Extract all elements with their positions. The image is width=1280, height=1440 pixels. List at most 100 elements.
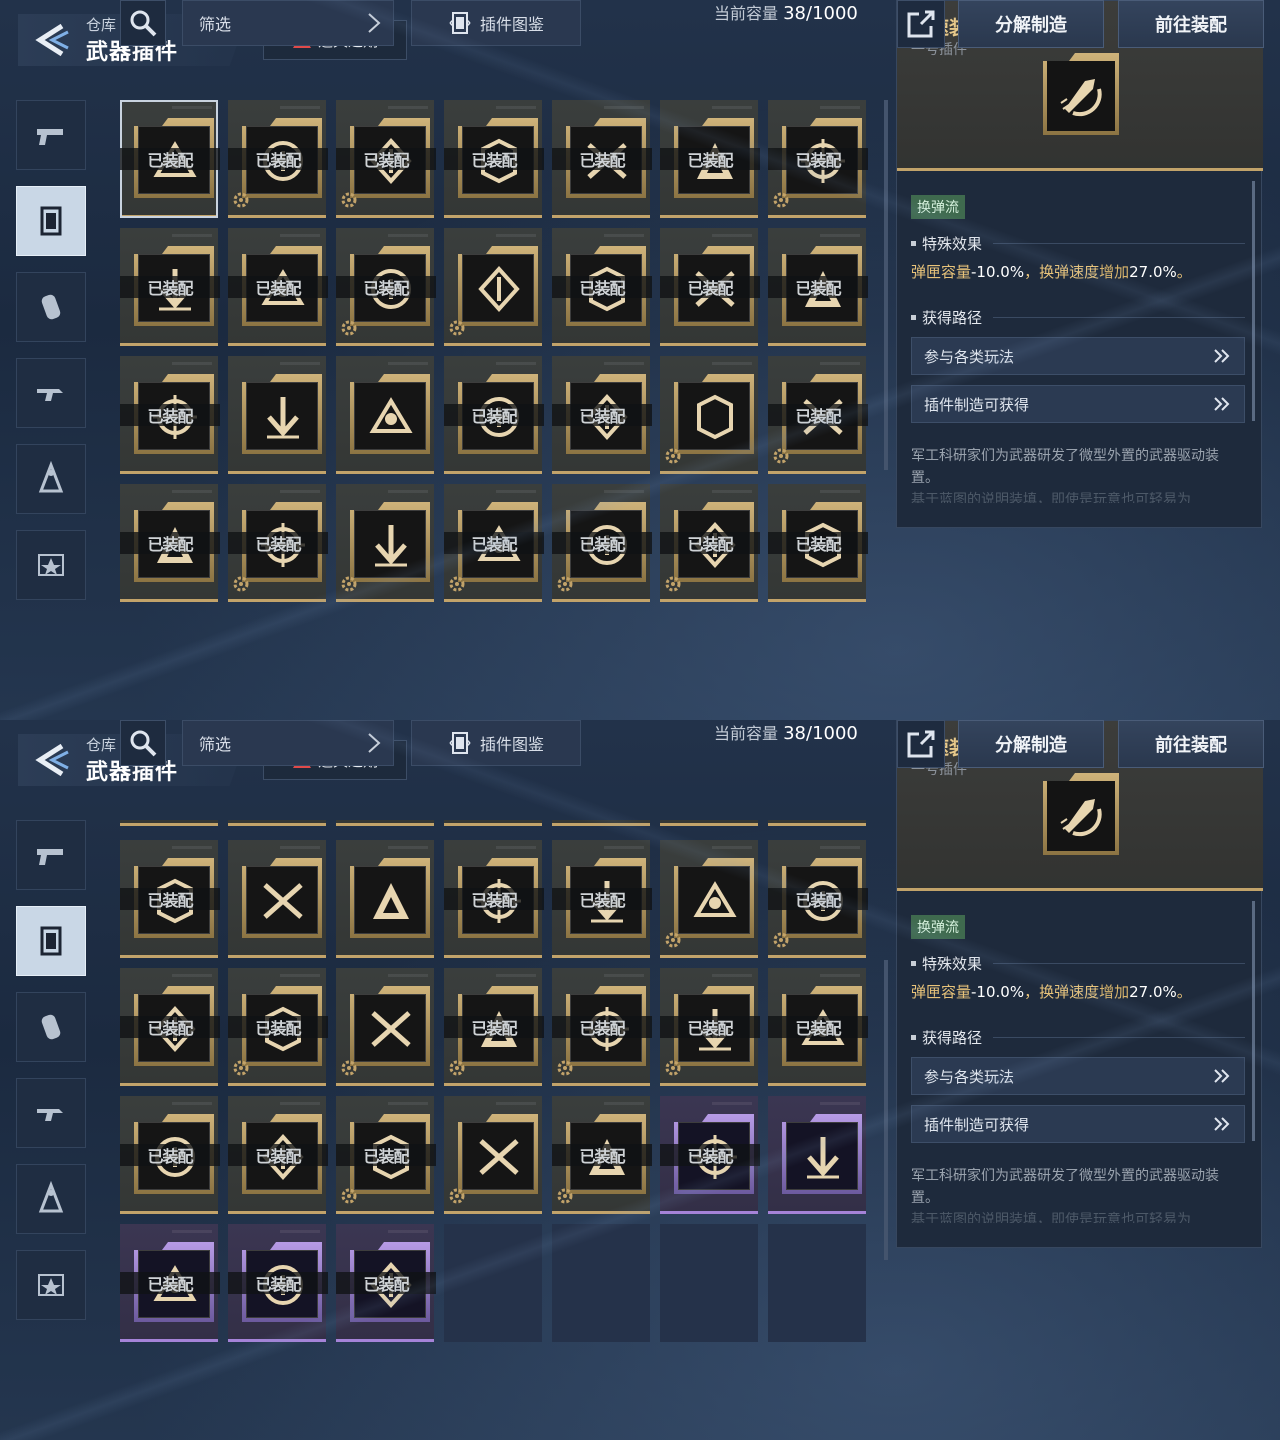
plugin-slot[interactable] bbox=[768, 1096, 866, 1214]
route-gameplay[interactable]: 参与各类玩法 bbox=[911, 337, 1245, 375]
plugin-slot[interactable]: 已装配 bbox=[552, 100, 652, 218]
back-button[interactable] bbox=[30, 20, 74, 60]
plugin-slot[interactable]: 已装配 bbox=[120, 1224, 220, 1342]
plugin-slot[interactable]: 已装配 bbox=[228, 1096, 328, 1214]
grid-scrollbar[interactable] bbox=[884, 960, 888, 1260]
plugin-slot[interactable]: 已装配 bbox=[552, 1096, 652, 1214]
plugin-slot[interactable]: 已装配 bbox=[228, 1224, 328, 1342]
route-crafting[interactable]: 插件制造可获得 bbox=[911, 1105, 1245, 1143]
plugin-slot[interactable]: 已装配 bbox=[552, 968, 652, 1086]
plugin-slot[interactable]: 已装配 bbox=[552, 840, 652, 958]
plugin-slot[interactable] bbox=[444, 228, 542, 346]
plugin-atlas-button[interactable]: 插件图鉴 bbox=[411, 720, 581, 766]
plugin-slot[interactable] bbox=[120, 820, 218, 826]
plugin-frame-icon bbox=[40, 206, 62, 236]
plugin-slot[interactable]: 已装配 bbox=[660, 968, 760, 1086]
sidebar-item-5[interactable] bbox=[16, 1250, 86, 1320]
plugin-slot[interactable]: 已装配 bbox=[768, 968, 868, 1086]
sidebar-item-1[interactable] bbox=[16, 186, 86, 256]
sidebar-item-3[interactable] bbox=[16, 358, 86, 428]
plugin-slot[interactable]: 已装配 bbox=[444, 100, 544, 218]
share-button[interactable] bbox=[897, 720, 945, 768]
plugin-slot[interactable]: 已装配 bbox=[660, 100, 760, 218]
plugin-slot[interactable]: 已装配 bbox=[228, 100, 328, 218]
sidebar-item-0[interactable] bbox=[16, 100, 86, 170]
decompose-button[interactable]: 分解制造 bbox=[958, 0, 1104, 48]
plugin-slot[interactable]: 已装配 bbox=[120, 356, 220, 474]
plugin-slot[interactable]: 已装配 bbox=[444, 968, 544, 1086]
sidebar-item-2[interactable] bbox=[16, 992, 86, 1062]
plugin-slot[interactable]: 已装配 bbox=[120, 228, 220, 346]
plugin-slot[interactable]: 已装配 bbox=[768, 484, 868, 602]
plugin-slot[interactable]: 已装配 bbox=[552, 356, 652, 474]
plugin-icon bbox=[267, 397, 299, 439]
decompose-button[interactable]: 分解制造 bbox=[958, 720, 1104, 768]
back-button[interactable] bbox=[30, 740, 74, 780]
route-gameplay[interactable]: 参与各类玩法 bbox=[911, 1057, 1245, 1095]
sidebar-item-3[interactable] bbox=[16, 1078, 86, 1148]
plugin-slot[interactable]: 已装配 bbox=[768, 356, 868, 474]
plugin-slot[interactable]: 已装配 bbox=[228, 228, 328, 346]
sidebar-item-5[interactable] bbox=[16, 530, 86, 600]
plugin-slot[interactable] bbox=[768, 820, 866, 826]
plugin-slot[interactable]: 已装配 bbox=[660, 1096, 760, 1214]
plugin-slot[interactable] bbox=[336, 840, 434, 958]
plugin-slot[interactable]: 已装配 bbox=[660, 228, 760, 346]
plugin-slot[interactable]: 已装配 bbox=[768, 100, 868, 218]
filter-dropdown[interactable]: 筛选 bbox=[182, 0, 394, 46]
plugin-slot[interactable] bbox=[660, 840, 758, 958]
plugin-slot[interactable]: 已装配 bbox=[444, 840, 544, 958]
grid-scrollbar[interactable] bbox=[884, 100, 888, 470]
share-button[interactable] bbox=[897, 0, 945, 48]
plugin-slot[interactable]: 已装配 bbox=[228, 968, 328, 1086]
plugin-slot[interactable] bbox=[552, 820, 650, 826]
plugin-slot[interactable]: 已装配 bbox=[552, 484, 652, 602]
plugin-slot[interactable] bbox=[336, 820, 434, 826]
plugin-slot[interactable]: 已装配 bbox=[768, 228, 868, 346]
sidebar-item-1[interactable] bbox=[16, 906, 86, 976]
route-crafting[interactable]: 插件制造可获得 bbox=[911, 385, 1245, 423]
sidebar-item-4[interactable] bbox=[16, 1164, 86, 1234]
goto-equip-button[interactable]: 前往装配 bbox=[1118, 0, 1264, 48]
sidebar-item-0[interactable] bbox=[16, 820, 86, 890]
equipped-label: 已装配 bbox=[228, 532, 328, 554]
plugin-slot[interactable] bbox=[444, 820, 542, 826]
goto-equip-button[interactable]: 前往装配 bbox=[1118, 720, 1264, 768]
plugin-slot[interactable]: 已装配 bbox=[336, 1224, 436, 1342]
plugin-slot[interactable] bbox=[660, 356, 758, 474]
plugin-slot[interactable]: 已装配 bbox=[120, 1096, 220, 1214]
plugin-slot[interactable]: 已装配 bbox=[336, 1096, 436, 1214]
detail-scrollbar[interactable] bbox=[1252, 181, 1255, 421]
source-title-text: 获得路径 bbox=[922, 309, 983, 327]
plugin-slot[interactable] bbox=[336, 968, 434, 1086]
equipped-label: 已装配 bbox=[120, 1144, 220, 1166]
plugin-slot[interactable] bbox=[228, 820, 326, 826]
plugin-slot[interactable]: 已装配 bbox=[768, 840, 868, 958]
filter-dropdown[interactable]: 筛选 bbox=[182, 720, 394, 766]
plugin-slot[interactable]: 已装配 bbox=[444, 356, 544, 474]
search-button[interactable] bbox=[120, 720, 166, 766]
plugin-slot[interactable]: 已装配 bbox=[120, 840, 220, 958]
plugin-slot[interactable] bbox=[228, 356, 326, 474]
plugin-slot[interactable]: 已装配 bbox=[120, 968, 220, 1086]
search-button[interactable] bbox=[120, 0, 166, 46]
plugin-slot[interactable]: 已装配 bbox=[552, 228, 652, 346]
plugin-slot[interactable]: 已装配 bbox=[120, 100, 220, 218]
plugin-slot[interactable] bbox=[444, 1096, 542, 1214]
atlas-icon bbox=[449, 12, 471, 34]
sidebar-item-4[interactable] bbox=[16, 444, 86, 514]
plugin-slot[interactable]: 已装配 bbox=[120, 484, 220, 602]
plugin-slot[interactable]: 已装配 bbox=[444, 484, 544, 602]
plugin-atlas-button[interactable]: 插件图鉴 bbox=[411, 0, 581, 46]
plugin-slot[interactable]: 已装配 bbox=[228, 484, 328, 602]
plugin-slot[interactable]: 已装配 bbox=[336, 100, 436, 218]
plugin-tag: 换弹流 bbox=[911, 195, 965, 219]
plugin-slot[interactable] bbox=[228, 840, 326, 958]
sidebar-item-2[interactable] bbox=[16, 272, 86, 342]
plugin-slot[interactable]: 已装配 bbox=[660, 484, 760, 602]
plugin-slot[interactable] bbox=[336, 356, 434, 474]
plugin-slot[interactable] bbox=[660, 820, 758, 826]
detail-scrollbar[interactable] bbox=[1252, 901, 1255, 1141]
plugin-slot[interactable]: 已装配 bbox=[336, 228, 436, 346]
plugin-slot[interactable] bbox=[336, 484, 434, 602]
